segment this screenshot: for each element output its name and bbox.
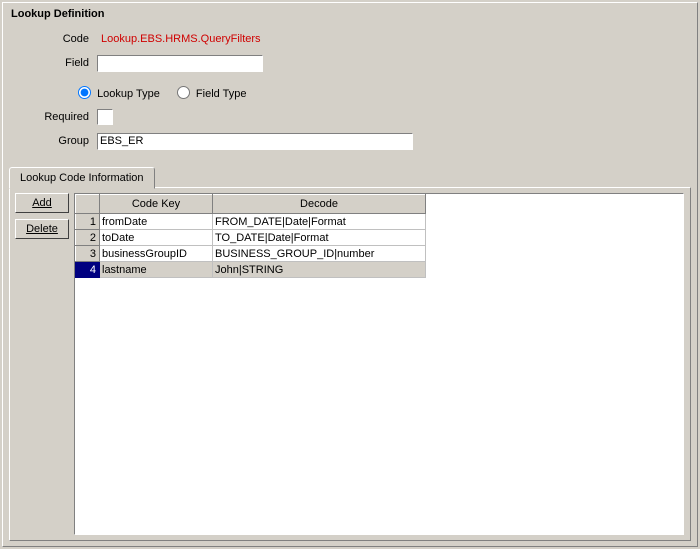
row-number[interactable]: 4 — [76, 262, 100, 278]
table-row[interactable]: 4lastnameJohn|STRING — [76, 262, 426, 278]
group-label: Group — [3, 135, 97, 147]
cell-decode[interactable]: TO_DATE|Date|Format — [213, 230, 426, 246]
tab-lookup-code-info[interactable]: Lookup Code Information — [9, 167, 155, 189]
group-input[interactable] — [97, 133, 413, 150]
lookup-type-radio-label[interactable]: Lookup Type — [73, 83, 160, 100]
cell-codekey[interactable]: lastname — [100, 262, 213, 278]
col-header-decode[interactable]: Decode — [213, 195, 426, 214]
lookup-type-radio[interactable] — [78, 86, 91, 99]
table-row[interactable]: 1fromDateFROM_DATE|Date|Format — [76, 214, 426, 230]
table-row[interactable]: 2toDateTO_DATE|Date|Format — [76, 230, 426, 246]
lookup-grid[interactable]: Code Key Decode 1fromDateFROM_DATE|Date|… — [75, 194, 426, 278]
form-area: Code Lookup.EBS.HRMS.QueryFilters Field … — [3, 27, 697, 153]
field-type-text: Field Type — [196, 88, 247, 100]
tab-body: Add Delete Code Key Decode 1fromDateFROM… — [9, 187, 691, 541]
delete-button[interactable]: Delete — [15, 219, 69, 239]
side-buttons: Add Delete — [15, 193, 69, 245]
col-header-codekey[interactable]: Code Key — [100, 195, 213, 214]
table-row[interactable]: 3businessGroupIDBUSINESS_GROUP_ID|number — [76, 246, 426, 262]
field-input[interactable] — [97, 55, 263, 72]
cell-decode[interactable]: FROM_DATE|Date|Format — [213, 214, 426, 230]
col-header-blank — [76, 195, 100, 214]
cell-codekey[interactable]: businessGroupID — [100, 246, 213, 262]
field-type-radio[interactable] — [177, 86, 190, 99]
required-label: Required — [3, 111, 97, 123]
field-type-radio-label[interactable]: Field Type — [172, 83, 247, 100]
lookup-definition-window: Lookup Definition Code Lookup.EBS.HRMS.Q… — [2, 2, 698, 547]
cell-decode[interactable]: BUSINESS_GROUP_ID|number — [213, 246, 426, 262]
panel-title: Lookup Definition — [11, 8, 104, 20]
add-button[interactable]: Add — [15, 193, 69, 213]
row-number[interactable]: 1 — [76, 214, 100, 230]
code-value: Lookup.EBS.HRMS.QueryFilters — [97, 33, 261, 45]
row-number[interactable]: 2 — [76, 230, 100, 246]
tab-area: Lookup Code Information Add Delete Code … — [9, 167, 691, 540]
cell-codekey[interactable]: fromDate — [100, 214, 213, 230]
grid-wrap: Code Key Decode 1fromDateFROM_DATE|Date|… — [74, 193, 684, 535]
field-label: Field — [3, 57, 97, 69]
row-number[interactable]: 3 — [76, 246, 100, 262]
cell-decode[interactable]: John|STRING — [213, 262, 426, 278]
tab-strip: Lookup Code Information — [9, 167, 691, 187]
code-label: Code — [3, 33, 97, 45]
lookup-type-text: Lookup Type — [97, 88, 160, 100]
cell-codekey[interactable]: toDate — [100, 230, 213, 246]
required-checkbox[interactable] — [97, 109, 113, 125]
